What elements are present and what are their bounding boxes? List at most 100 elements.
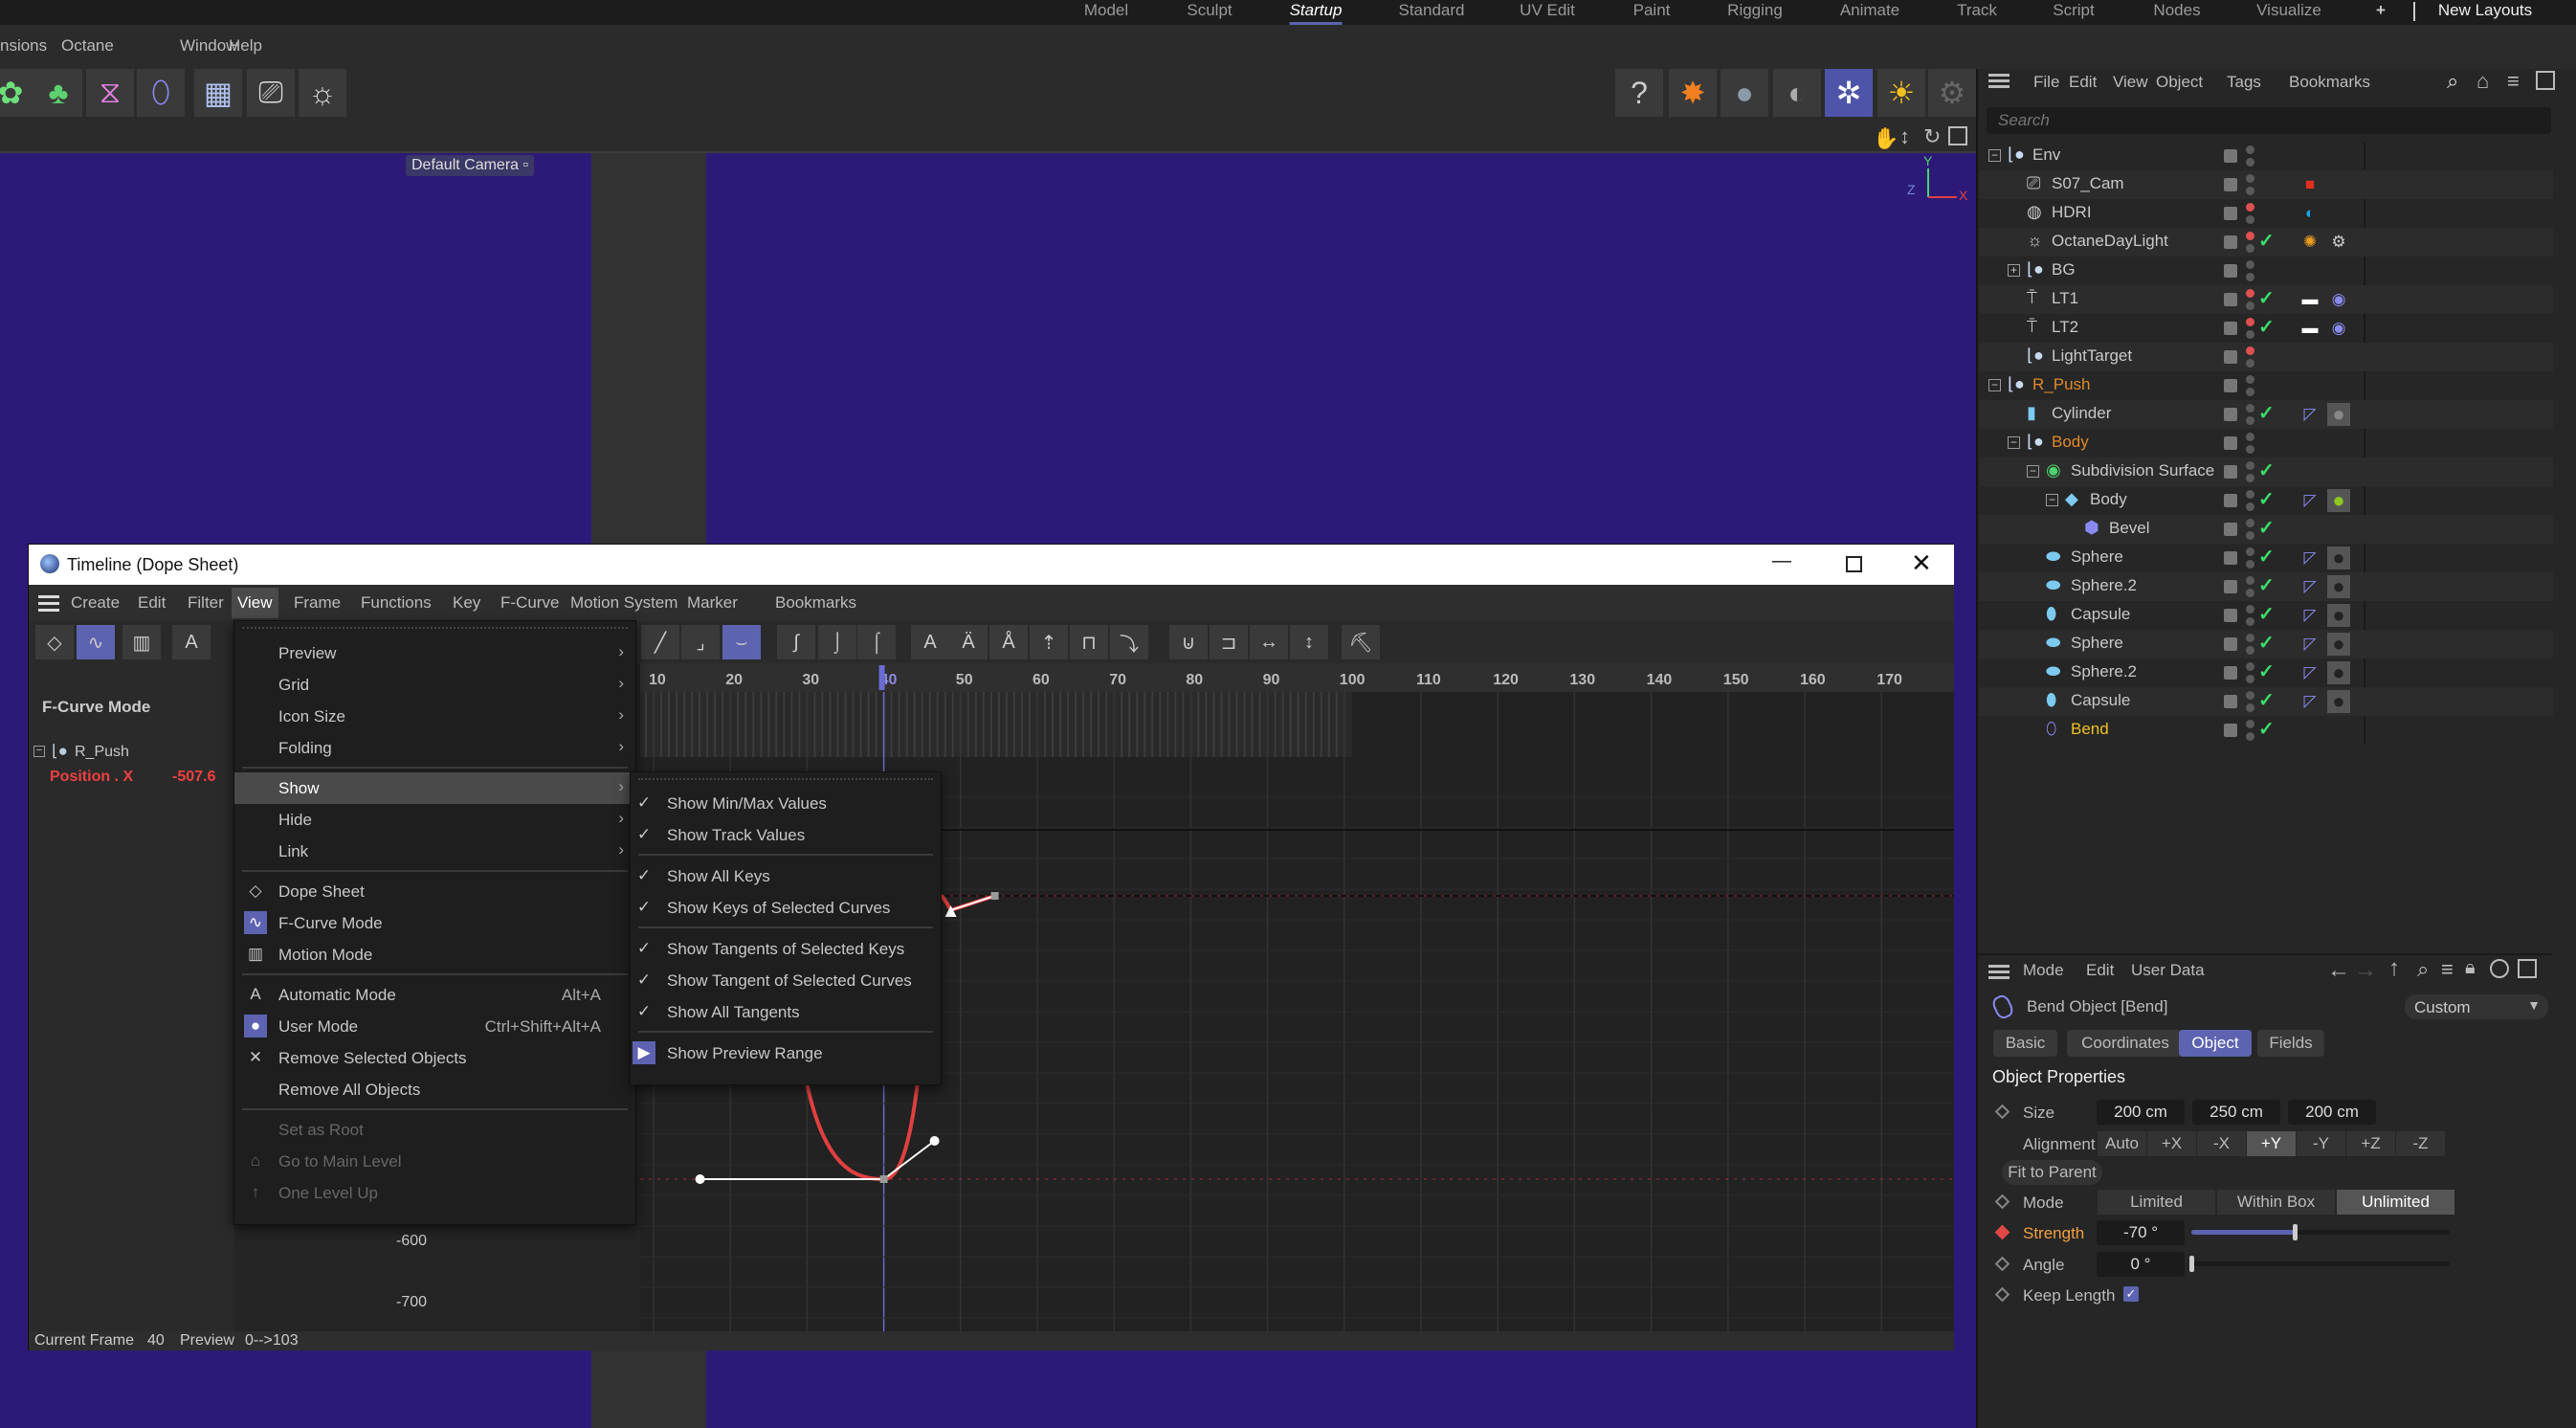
octane-render-icon[interactable]: ✸ [1669,69,1717,117]
tl-object-name[interactable]: R_Push [75,744,129,761]
back-arrow-icon[interactable]: ← [2327,957,2350,984]
om-menu-object[interactable]: Object [2156,73,2203,92]
enabled-check-icon[interactable]: ✓ [2258,516,2275,540]
phong-tag-icon[interactable]: ◸ [2298,633,2321,656]
render-visibility-dot[interactable] [2246,359,2254,368]
show-menu-item-show-track-values[interactable]: ✓ Show Track Values [631,819,941,851]
show-menu-item-show-min-max-values[interactable]: ✓ Show Min/Max Values [631,788,941,819]
editor-visibility-dot[interactable] [2246,433,2254,441]
target-icon[interactable] [2490,959,2509,978]
attr-menu-edit[interactable]: Edit [2086,961,2114,980]
mode-option-within-box[interactable]: Within Box [2217,1190,2335,1215]
keep-length-checkbox[interactable]: ✓ [2123,1286,2139,1302]
object-name[interactable]: Sphere.2 [2071,576,2137,595]
alignment-option-minus-z[interactable]: -Z [2396,1131,2445,1156]
forward-arrow-icon[interactable]: → [2354,957,2377,984]
render-visibility-dot[interactable] [2246,474,2254,482]
octane-help-icon[interactable]: ? [1615,69,1663,117]
enabled-check-icon[interactable]: ✓ [2258,315,2275,339]
object-search-input[interactable] [1987,107,2551,134]
object-row[interactable]: ⬬ Sphere.2 ✓ ◸ ● [1979,658,2553,687]
tl-menu-view[interactable]: View [232,588,278,618]
tl-menu-frame[interactable]: Frame [294,593,341,613]
enabled-check-icon[interactable]: ✓ [2258,545,2275,569]
camera-label[interactable]: Default Camera ▫ [406,155,535,176]
object-row[interactable]: ⬬ Sphere.2 ✓ ◸ ● [1979,572,2553,601]
object-row[interactable]: ⬯ Bend ✓ [1979,716,2553,745]
editor-visibility-dot[interactable] [2246,260,2254,269]
render-visibility-dot[interactable] [2246,560,2254,569]
editor-visibility-dot[interactable] [2246,662,2254,671]
enabled-check-icon[interactable]: ✓ [2258,659,2275,683]
close-button[interactable]: ✕ [1911,548,1932,578]
maximize-view-icon[interactable] [1948,126,1967,145]
editor-visibility-dot[interactable] [2246,605,2254,614]
object-row[interactable]: ⬬ Sphere ✓ ◸ ● [1979,544,2553,572]
render-visibility-dot[interactable] [2246,617,2254,626]
view-menu-item-icon-size[interactable]: Icon Size › [234,701,635,732]
view-menu-item-remove-all-objects[interactable]: Remove All Objects [234,1074,635,1105]
object-name[interactable]: BG [2052,260,2076,279]
show-menu-item-show-all-keys[interactable]: ✓ Show All Keys [631,860,941,892]
tl-hamburger-icon[interactable] [38,595,59,612]
enabled-check-icon[interactable]: ✓ [2258,286,2275,310]
mode-option-limited[interactable]: Limited [2098,1190,2215,1215]
object-row[interactable]: ⬮ Capsule ✓ ◸ ● [1979,601,2553,630]
material-black-icon[interactable]: ● [2327,632,2350,656]
strength-slider-handle[interactable] [2293,1224,2298,1240]
object-row[interactable]: ⎚ S07_Cam ■ [1979,170,2553,199]
timeline-title-bar[interactable]: Timeline (Dope Sheet) — ✕ [29,545,1954,585]
enabled-check-icon[interactable]: ✓ [2258,401,2275,425]
octane-camera-icon[interactable]: ⎚ [247,69,295,117]
angle-slider-track[interactable] [2191,1261,2450,1266]
object-row[interactable]: − ⌊● Body [1979,429,2553,457]
show-menu-item-show-all-tangents[interactable]: ✓ Show All Tangents [631,996,941,1028]
search-icon[interactable]: ⌕ [2447,69,2458,94]
octane-light-icon[interactable]: ☼ [299,69,346,117]
menu-grip[interactable] [638,778,933,782]
render-visibility-dot[interactable] [2246,589,2254,597]
menu-help[interactable]: Help [229,36,262,56]
editor-visibility-dot[interactable] [2246,232,2254,240]
alignment-option-minus-x[interactable]: -X [2197,1131,2246,1156]
attr-tab-object[interactable]: Object [2179,1030,2252,1057]
material-black-icon[interactable]: ● [2327,660,2350,684]
object-row[interactable]: ▮ Cylinder ✓ ◸ ● [1979,400,2553,429]
gear-cloner-icon[interactable]: ✿ [0,69,34,117]
layout-tab-track[interactable]: Track [1957,0,1997,25]
om-hamburger-icon[interactable] [1988,71,2010,91]
view-menu-item-grid[interactable]: Grid › [234,669,635,701]
rotate-icon[interactable]: ↻ [1923,124,1941,149]
attr-search-icon[interactable]: ⌕ [2417,957,2429,982]
render-visibility-dot[interactable] [2246,675,2254,683]
edit-layer-icon[interactable] [2224,235,2237,249]
tl-menu-key[interactable]: Key [453,593,480,613]
layout-tab-script[interactable]: Script [2053,0,2094,25]
view-menu-item-motion-mode[interactable]: ▥ Motion Mode [234,939,635,971]
object-row[interactable]: ⍑ LT1 ✓ ▬ ◉ [1979,285,2553,314]
editor-visibility-dot[interactable] [2246,547,2254,556]
view-menu-item-link[interactable]: Link › [234,836,635,867]
collapse-icon[interactable]: − [2027,465,2039,478]
object-name[interactable]: S07_Cam [2052,174,2124,193]
phong-tag-icon[interactable]: ◸ [2298,575,2321,598]
render-visibility-dot[interactable] [2246,646,2254,655]
mode-option-unlimited[interactable]: Unlimited [2337,1190,2454,1215]
editor-visibility-dot[interactable] [2246,490,2254,499]
lock-tangent-icon[interactable]: Å [989,625,1028,659]
editor-visibility-dot[interactable] [2246,145,2254,154]
phong-tag-icon[interactable]: ◸ [2298,489,2321,512]
om-menu-file[interactable]: File [2033,73,2059,92]
render-visibility-dot[interactable] [2246,732,2254,741]
object-name[interactable]: Sphere [2071,634,2123,653]
om-menu-view[interactable]: View [2113,73,2148,92]
editor-visibility-dot[interactable] [2246,375,2254,384]
view-menu-item-f-curve-mode[interactable]: ∿ F-Curve Mode [234,907,635,939]
home-icon[interactable]: ⌂ [2476,69,2489,94]
attr-filter-icon[interactable]: ≡ [2441,957,2454,982]
alignment-option-minus-y[interactable]: -Y [2297,1131,2345,1156]
object-name[interactable]: Body [2090,490,2127,509]
motion-mode-icon[interactable]: ▥ [122,625,161,659]
object-row[interactable]: − ◉ Subdivision Surface ✓ [1979,457,2553,486]
lock-time-icon[interactable]: ⊍ [1169,625,1208,659]
